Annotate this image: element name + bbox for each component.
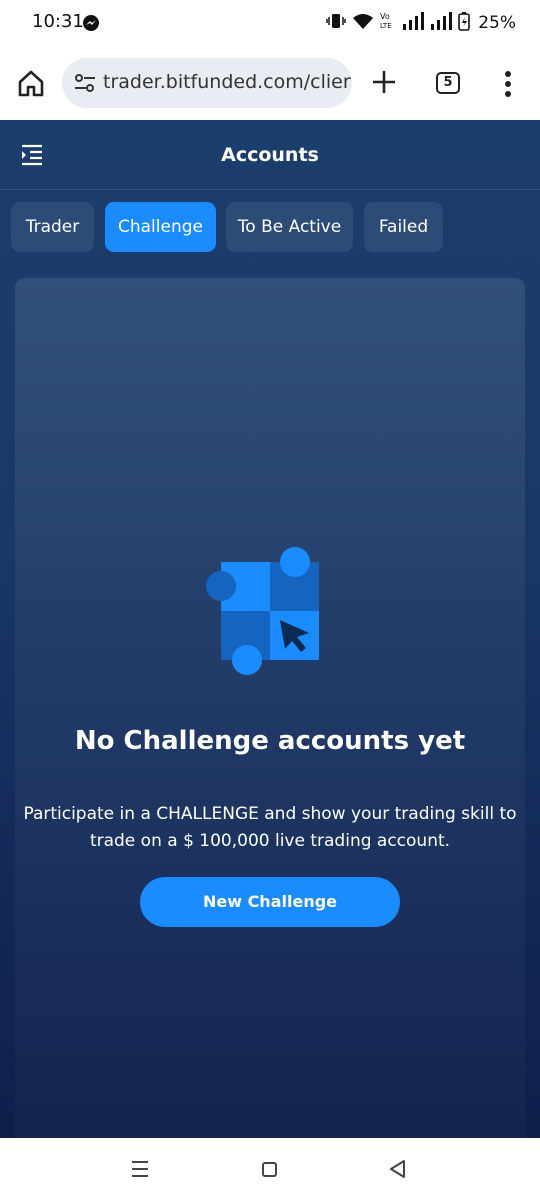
recent-apps-icon[interactable] [130, 1160, 150, 1178]
empty-state-card: No Challenge accounts yet Participate in… [15, 278, 525, 1138]
back-icon[interactable] [388, 1159, 408, 1179]
more-options-icon[interactable] [496, 70, 520, 98]
battery-percent: 25% [478, 13, 516, 33]
tab-challenge[interactable]: Challenge [105, 202, 216, 252]
new-tab-icon[interactable] [370, 68, 398, 96]
new-challenge-button[interactable]: New Challenge [140, 877, 400, 927]
signal-icon [430, 12, 453, 34]
tab-switcher-button[interactable]: 5 [436, 72, 460, 94]
tab-trader[interactable]: Trader [11, 202, 94, 252]
system-nav-bar [0, 1138, 540, 1200]
signal-icon [402, 12, 425, 34]
empty-state-description: Participate in a CHALLENGE and show your… [23, 804, 517, 851]
site-settings-icon[interactable] [74, 73, 96, 97]
address-bar[interactable]: trader.bitfunded.com/clier [62, 58, 352, 108]
messenger-icon [82, 14, 100, 36]
url-text: trader.bitfunded.com/clier [103, 71, 351, 93]
status-time: 10:31 [32, 11, 84, 32]
empty-accounts-illustration [205, 544, 335, 680]
status-bar: 10:31 Vo LTE 25% [0, 0, 540, 46]
home-icon[interactable] [16, 68, 46, 98]
browser-toolbar: trader.bitfunded.com/clier 5 [0, 46, 540, 120]
app-header: Accounts [0, 120, 540, 190]
home-nav-icon[interactable] [262, 1162, 277, 1177]
app-content: Accounts Trader Challenge To Be Active F… [0, 120, 540, 1138]
empty-state-title: No Challenge accounts yet [74, 726, 466, 756]
volte-icon: Vo LTE [380, 11, 396, 35]
status-icons: Vo LTE 25% [326, 11, 516, 35]
page-title: Accounts [221, 144, 319, 166]
wifi-icon [352, 12, 374, 34]
svg-text:Vo: Vo [380, 12, 390, 21]
svg-text:LTE: LTE [380, 22, 392, 30]
vibrate-icon [326, 11, 346, 35]
tab-to-be-active[interactable]: To Be Active [226, 202, 353, 252]
battery-icon [458, 11, 471, 35]
tab-failed[interactable]: Failed [364, 202, 443, 252]
